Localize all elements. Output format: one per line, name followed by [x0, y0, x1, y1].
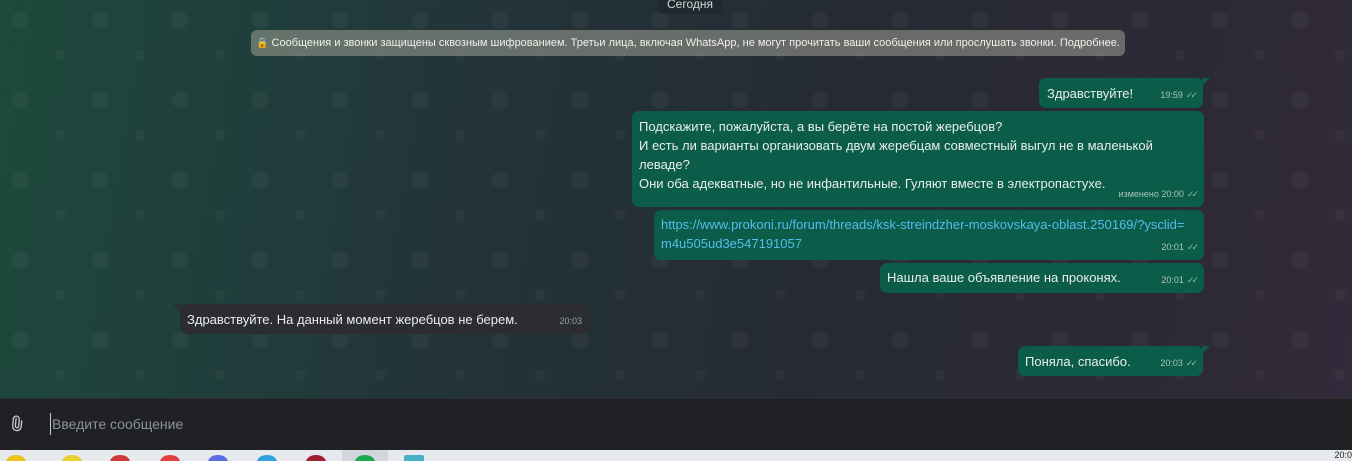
- message-time: 20:03: [1160, 358, 1183, 368]
- read-receipt-icon: ✓✓: [1185, 90, 1198, 100]
- message-meta: 20:03 ✓✓: [1160, 354, 1198, 373]
- taskbar-app-icon[interactable]: [208, 455, 228, 461]
- message-outgoing[interactable]: Нашла ваше объявление на проконях. 20:01…: [880, 263, 1204, 293]
- message-text: Подскажите, пожалуйста, а вы берёте на п…: [639, 119, 1153, 191]
- message-time: 20:03: [559, 316, 582, 326]
- message-time: 20:01: [1161, 242, 1184, 252]
- message-incoming[interactable]: Здравствуйте. На данный момент жеребцов …: [173, 304, 590, 334]
- message-link[interactable]: https://www.prokoni.ru/forum/threads/ksk…: [661, 215, 1191, 253]
- paperclip-icon-svg: [12, 415, 23, 432]
- message-time: 20:01: [1161, 275, 1184, 285]
- message-meta: 19:59 ✓✓: [1160, 86, 1198, 105]
- message-meta: 20:01 ✓✓: [1161, 271, 1199, 290]
- lock-icon: 🔒: [256, 38, 269, 49]
- encryption-notice[interactable]: 🔒 Сообщения и звонки защищены сквозным ши…: [251, 30, 1125, 56]
- message-time: 20:00: [1161, 189, 1184, 199]
- message-meta: изменено 20:00 ✓✓: [1118, 185, 1199, 204]
- paperclip-icon[interactable]: [4, 411, 29, 436]
- taskbar: 20:0: [0, 450, 1352, 461]
- read-receipt-icon: ✓✓: [1186, 275, 1199, 285]
- taskbar-clock[interactable]: 20:0: [1334, 450, 1352, 460]
- message-meta: 20:01 ✓✓: [1161, 238, 1199, 257]
- taskbar-app-icon[interactable]: [62, 455, 82, 461]
- read-receipt-icon: ✓✓: [1185, 358, 1198, 368]
- message-input[interactable]: [50, 413, 1330, 435]
- message-text: Нашла ваше объявление на проконях.: [887, 270, 1121, 285]
- message-meta: 20:03: [559, 312, 582, 331]
- message-outgoing[interactable]: Поняла, спасибо. 20:03 ✓✓: [1018, 346, 1210, 376]
- taskbar-app-icon[interactable]: [6, 455, 26, 461]
- encryption-notice-text: Сообщения и звонки защищены сквозным шиф…: [271, 37, 1120, 49]
- message-outgoing[interactable]: Подскажите, пожалуйста, а вы берёте на п…: [632, 111, 1204, 207]
- date-divider: Сегодня: [657, 0, 723, 14]
- message-composer: [0, 398, 1352, 450]
- message-outgoing[interactable]: https://www.prokoni.ru/forum/threads/ksk…: [654, 210, 1204, 260]
- taskbar-app-icon[interactable]: [160, 455, 180, 461]
- taskbar-app-icon[interactable]: [306, 455, 326, 461]
- chat-area: Сегодня 🔒 Сообщения и звонки защищены скв…: [0, 0, 1352, 398]
- read-receipt-icon: ✓✓: [1186, 242, 1199, 252]
- taskbar-app-icon[interactable]: [110, 455, 130, 461]
- taskbar-app-icon[interactable]: [257, 455, 277, 461]
- message-edited-label: изменено: [1118, 189, 1159, 199]
- read-receipt-icon: ✓✓: [1186, 189, 1199, 199]
- message-time: 19:59: [1160, 90, 1183, 100]
- message-outgoing[interactable]: Здравствуйте! 19:59 ✓✓: [1039, 78, 1210, 108]
- message-text: Здравствуйте. На данный момент жеребцов …: [187, 312, 518, 327]
- taskbar-app-icon[interactable]: [404, 455, 424, 461]
